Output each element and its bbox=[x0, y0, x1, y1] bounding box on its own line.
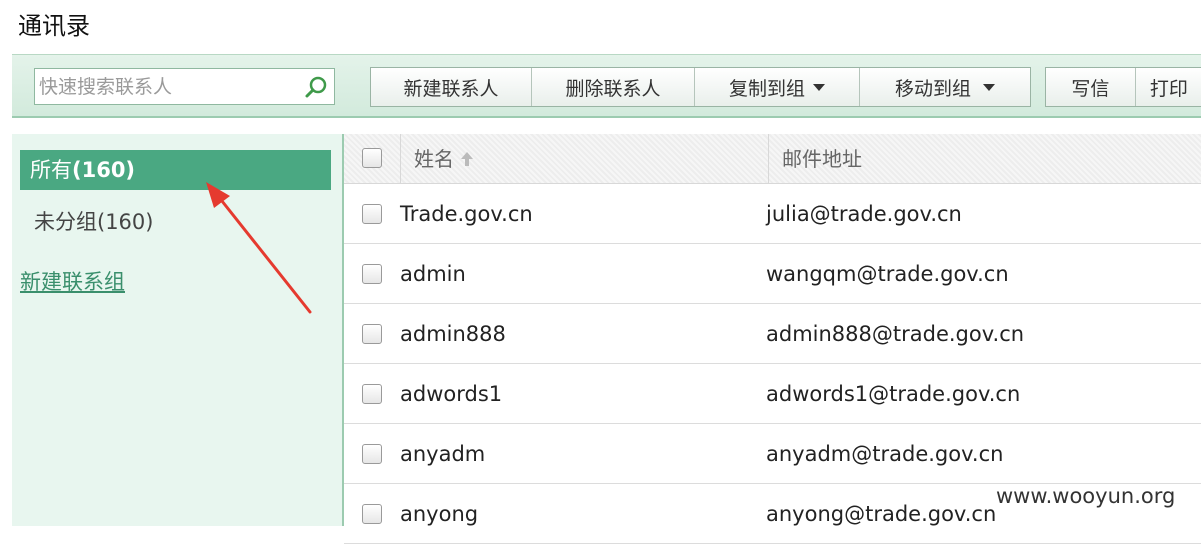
contact-name[interactable]: admin bbox=[400, 244, 466, 304]
column-divider bbox=[768, 134, 769, 184]
search-icon[interactable] bbox=[304, 75, 328, 99]
contact-name[interactable]: anyadm bbox=[400, 424, 485, 484]
group-all[interactable]: 所有(160) bbox=[20, 150, 331, 190]
table-row[interactable]: Trade.gov.cn julia@trade.gov.cn bbox=[344, 184, 1201, 244]
contact-name[interactable]: Trade.gov.cn bbox=[400, 184, 533, 244]
contact-name[interactable]: admin888 bbox=[400, 304, 506, 364]
contact-table: 姓名 邮件地址 Trade.gov.cn julia@trade.gov.cn … bbox=[342, 134, 1201, 544]
chevron-down-icon bbox=[983, 83, 995, 91]
contact-email[interactable]: anyadm@trade.gov.cn bbox=[766, 424, 1003, 484]
contact-name[interactable]: adwords1 bbox=[400, 364, 502, 424]
contact-email[interactable]: wangqm@trade.gov.cn bbox=[766, 244, 1009, 304]
contact-email[interactable]: julia@trade.gov.cn bbox=[766, 184, 962, 244]
contact-actions-group: 新建联系人 删除联系人 复制到组 移动到组 bbox=[370, 67, 1031, 107]
table-row[interactable]: anyadm anyadm@trade.gov.cn bbox=[344, 424, 1201, 484]
row-checkbox[interactable] bbox=[362, 384, 382, 404]
row-checkbox[interactable] bbox=[362, 324, 382, 344]
column-divider bbox=[400, 134, 401, 184]
column-header-name[interactable]: 姓名 bbox=[414, 134, 474, 184]
row-checkbox[interactable] bbox=[362, 204, 382, 224]
delete-contact-button[interactable]: 删除联系人 bbox=[531, 68, 694, 106]
contact-email[interactable]: adwords1@trade.gov.cn bbox=[766, 364, 1020, 424]
table-row[interactable]: adwords1 adwords1@trade.gov.cn bbox=[344, 364, 1201, 424]
new-contact-button[interactable]: 新建联系人 bbox=[371, 68, 531, 106]
chevron-down-icon bbox=[813, 83, 825, 91]
contact-email[interactable]: admin888@trade.gov.cn bbox=[766, 304, 1024, 364]
group-ungrouped[interactable]: 未分组(160) bbox=[34, 206, 153, 236]
print-button[interactable]: 打印 bbox=[1134, 68, 1201, 106]
watermark: www.wooyun.org bbox=[996, 484, 1176, 508]
write-mail-button[interactable]: 写信 bbox=[1046, 68, 1135, 106]
toolbar: 新建联系人 删除联系人 复制到组 移动到组 写信 打印 bbox=[12, 54, 1201, 118]
column-header-email[interactable]: 邮件地址 bbox=[782, 134, 862, 184]
new-group-link[interactable]: 新建联系组 bbox=[20, 266, 125, 296]
move-to-group-button[interactable]: 移动到组 bbox=[859, 68, 1030, 106]
contact-name[interactable]: anyong bbox=[400, 484, 478, 544]
group-sidebar: 所有(160) 未分组(160) 新建联系组 bbox=[12, 134, 342, 526]
arrow-up-icon bbox=[461, 152, 474, 166]
copy-to-group-button[interactable]: 复制到组 bbox=[694, 68, 859, 106]
row-checkbox[interactable] bbox=[362, 264, 382, 284]
contact-email[interactable]: anyong@trade.gov.cn bbox=[766, 484, 996, 544]
table-row[interactable]: admin wangqm@trade.gov.cn bbox=[344, 244, 1201, 304]
select-all-checkbox[interactable] bbox=[362, 148, 382, 168]
row-checkbox[interactable] bbox=[362, 504, 382, 524]
table-row[interactable]: admin888 admin888@trade.gov.cn bbox=[344, 304, 1201, 364]
mail-actions-group: 写信 打印 bbox=[1045, 67, 1201, 107]
search-input[interactable] bbox=[39, 75, 299, 99]
table-header: 姓名 邮件地址 bbox=[344, 134, 1201, 184]
search-box[interactable] bbox=[34, 68, 335, 105]
row-checkbox[interactable] bbox=[362, 444, 382, 464]
page-title: 通讯录 bbox=[18, 12, 90, 40]
